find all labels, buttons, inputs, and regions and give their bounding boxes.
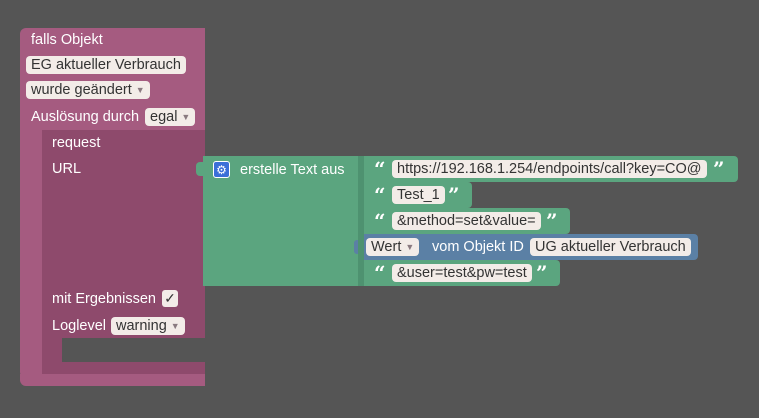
request-block-bottom xyxy=(42,362,205,374)
chevron-down-icon: ▼ xyxy=(181,112,191,122)
gear-icon[interactable]: ⚙ xyxy=(213,161,230,178)
trigger-label: Auslösung durch xyxy=(31,109,140,125)
chevron-down-icon: ▼ xyxy=(405,242,415,252)
attribute-dropdown[interactable]: Wert ▼ xyxy=(366,238,420,256)
trigger-dropdown[interactable]: egal ▼ xyxy=(145,108,196,126)
close-quote-1: ” xyxy=(713,157,725,181)
close-quote-3: ” xyxy=(546,209,558,233)
text-join-tab xyxy=(196,162,204,176)
open-quote-1: “ xyxy=(374,157,386,181)
text-value-1[interactable]: https://192.168.1.254/endpoints/call?key… xyxy=(392,160,707,178)
results-label: mit Ergebnissen xyxy=(52,291,156,307)
text-value-5[interactable]: &user=test&pw=test xyxy=(392,264,532,282)
loglevel-label: Loglevel xyxy=(52,318,107,334)
results-checkbox[interactable]: ✓ xyxy=(162,290,178,307)
loglevel-dropdown-label: warning xyxy=(116,318,167,334)
change-dropdown[interactable]: wurde geändert ▼ xyxy=(26,81,150,99)
event-block-spine xyxy=(20,128,42,378)
value-object-field[interactable]: UG aktueller Verbrauch xyxy=(530,238,691,256)
url-label: URL xyxy=(52,161,82,177)
request-statement-slot[interactable] xyxy=(62,338,205,362)
open-quote-5: “ xyxy=(374,261,386,285)
change-dropdown-label: wurde geändert xyxy=(31,82,132,98)
text-join-connector xyxy=(358,156,364,286)
event-block-footer xyxy=(20,374,205,386)
chevron-down-icon: ▼ xyxy=(135,85,145,95)
open-quote-2: “ xyxy=(374,183,386,207)
chevron-down-icon: ▼ xyxy=(170,321,180,331)
attribute-dropdown-label: Wert xyxy=(371,239,402,255)
loglevel-dropdown[interactable]: warning ▼ xyxy=(111,317,185,335)
object-field[interactable]: EG aktueller Verbrauch xyxy=(26,56,186,74)
event-header-label: falls Objekt xyxy=(31,32,103,48)
open-quote-3: “ xyxy=(374,209,386,233)
text-join-label: erstelle Text aus xyxy=(240,162,345,178)
close-quote-2: ” xyxy=(448,183,460,207)
text-value-3[interactable]: &method=set&value= xyxy=(392,212,541,230)
of-object-label: vom Objekt ID xyxy=(432,239,524,255)
request-title: request xyxy=(52,135,101,151)
text-value-2[interactable]: Test_1 xyxy=(392,186,445,204)
trigger-dropdown-label: egal xyxy=(150,109,178,125)
close-quote-5: ” xyxy=(536,261,548,285)
